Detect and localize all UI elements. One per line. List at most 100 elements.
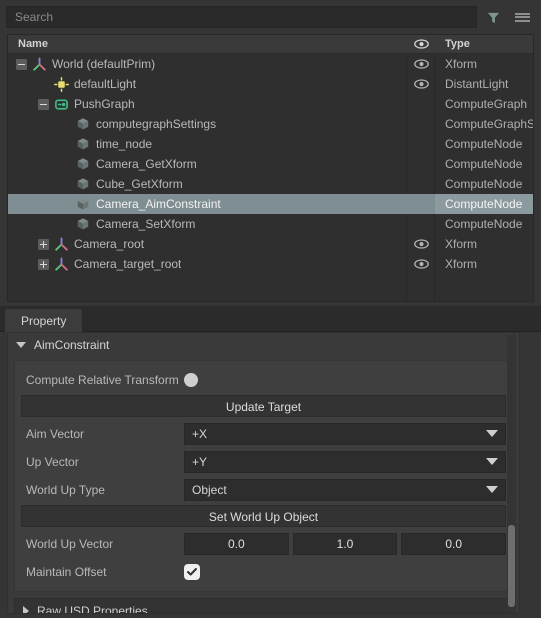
compute-node-icon <box>75 136 91 152</box>
tree-row-label: time_node <box>96 137 153 151</box>
aimconstraint-section-header[interactable]: AimConstraint <box>8 333 519 357</box>
world-up-vector-x-field[interactable]: 0.0 <box>184 532 289 555</box>
tree-row[interactable]: Camera_root Xform <box>8 234 533 254</box>
tree-row-name: defaultLight <box>8 76 407 92</box>
tree-row-label: Camera_root <box>74 237 145 251</box>
world-up-type-select[interactable]: Object <box>184 478 506 501</box>
tree-row-label: Cube_GetXform <box>96 177 183 191</box>
tree-row-name: World (defaultPrim) <box>8 56 407 72</box>
up-vector-select[interactable]: +Y <box>184 450 506 473</box>
world-up-type-label: World Up Type <box>26 482 105 497</box>
visibility-eye-icon[interactable] <box>407 239 435 249</box>
compute-node-icon <box>75 216 91 232</box>
tree-row-type: Xform <box>445 237 478 251</box>
tree-row[interactable]: World (defaultPrim) Xform <box>8 54 533 74</box>
column-header-eye-icon[interactable] <box>407 39 435 49</box>
raw-usd-properties-header[interactable]: Raw USD Properties <box>14 598 513 614</box>
aim-vector-row: Aim Vector +X <box>21 421 506 446</box>
tree-header-row: Name Type <box>8 35 533 54</box>
tree-row-name: Camera_root <box>8 236 407 252</box>
column-header-type[interactable]: Type <box>435 38 533 50</box>
tree-row-type: ComputeGraph <box>445 97 528 111</box>
tree-row-type: ComputeNode <box>445 177 523 191</box>
tree-row[interactable]: Cube_GetXform ComputeNode <box>8 174 533 194</box>
property-scrollbar-track[interactable] <box>507 335 516 613</box>
tree-row-type: ComputeNode <box>445 157 523 171</box>
tree-row-label: Camera_target_root <box>74 257 182 271</box>
chevron-down-icon <box>486 430 498 437</box>
chevron-down-icon <box>486 458 498 465</box>
tab-property[interactable]: Property <box>5 309 83 332</box>
property-panel: AimConstraint Compute Relative Transform… <box>7 332 520 614</box>
tree-row-label: PushGraph <box>74 97 135 111</box>
tree-expander-toggle[interactable] <box>16 58 27 70</box>
tree-row[interactable]: PushGraph ComputeGraph <box>8 94 533 114</box>
tree-row[interactable]: Camera_SetXform ComputeNode <box>8 214 533 234</box>
property-scrollbar-thumb[interactable] <box>508 525 515 607</box>
tree-row-label: Camera_GetXform <box>96 157 197 171</box>
tree-row-name: Cube_GetXform <box>8 176 407 192</box>
chevron-down-icon <box>16 342 26 348</box>
world-up-vector-label: World Up Vector <box>26 536 114 551</box>
aimconstraint-section-body: Compute Relative Transform Update Target… <box>14 360 513 592</box>
property-tabstrip: Property <box>0 306 541 332</box>
xform-axis-icon <box>53 236 69 252</box>
compute-node-icon <box>75 116 91 132</box>
stage-tree-panel: Name Type World (defaultPrim) Xform defaul… <box>7 34 534 302</box>
tree-expander-toggle[interactable] <box>38 98 49 110</box>
world-up-type-value: Object <box>192 482 227 497</box>
column-header-name[interactable]: Name <box>8 38 407 50</box>
tree-row[interactable]: Camera_AimConstraint ComputeNode <box>8 194 533 214</box>
update-target-button[interactable]: Update Target <box>21 395 506 417</box>
tree-row-label: World (defaultPrim) <box>52 57 156 71</box>
tree-row-name: Camera_AimConstraint <box>8 196 407 212</box>
tree-expander-toggle[interactable] <box>38 258 49 270</box>
aim-vector-label: Aim Vector <box>26 426 85 441</box>
world-up-vector-row: World Up Vector 0.0 1.0 0.0 <box>21 531 507 556</box>
tree-row-name: time_node <box>8 136 407 152</box>
tree-row-name: Camera_GetXform <box>8 156 407 172</box>
up-vector-value: +Y <box>192 454 208 469</box>
up-vector-label: Up Vector <box>26 454 79 469</box>
filter-funnel-icon[interactable] <box>480 4 506 30</box>
world-up-type-row: World Up Type Object <box>21 477 506 502</box>
tree-row-label: defaultLight <box>74 77 137 91</box>
maintain-offset-label: Maintain Offset <box>26 564 107 579</box>
up-vector-row: Up Vector +Y <box>21 449 506 474</box>
tree-row-type: Xform <box>445 57 478 71</box>
aim-vector-select[interactable]: +X <box>184 422 506 445</box>
tree-rows-container: World (defaultPrim) Xform defaultLight Dist… <box>8 54 533 301</box>
tree-row-name: computegraphSettings <box>8 116 407 132</box>
tree-row-type: ComputeGraphSe <box>445 117 533 131</box>
tree-row[interactable]: defaultLight DistantLight <box>8 74 533 94</box>
set-world-up-object-button[interactable]: Set World Up Object <box>21 505 506 527</box>
light-icon <box>53 76 69 92</box>
chevron-right-icon <box>23 605 29 613</box>
tree-row-name: Camera_SetXform <box>8 216 407 232</box>
tree-row-type: ComputeNode <box>445 217 523 231</box>
maintain-offset-checkbox[interactable] <box>184 563 200 580</box>
world-up-vector-y-field[interactable]: 1.0 <box>292 532 398 555</box>
hamburger-menu-icon[interactable] <box>509 4 535 30</box>
tree-row[interactable]: time_node ComputeNode <box>8 134 533 154</box>
raw-usd-properties-label: Raw USD Properties <box>37 603 148 614</box>
tree-row[interactable]: Camera_target_root Xform <box>8 254 533 274</box>
search-toolbar <box>0 0 541 34</box>
visibility-eye-icon[interactable] <box>407 79 435 89</box>
tree-row-type: DistantLight <box>445 77 509 91</box>
compute-graph-icon <box>53 96 69 112</box>
tree-row-name: Camera_target_root <box>8 256 407 272</box>
tree-row-type: ComputeNode <box>435 194 533 214</box>
world-up-vector-z-field[interactable]: 0.0 <box>401 532 507 555</box>
visibility-eye-icon[interactable] <box>407 59 435 69</box>
search-input[interactable] <box>6 6 477 28</box>
tree-expander-toggle[interactable] <box>38 238 49 250</box>
xform-axis-icon <box>53 256 69 272</box>
visibility-eye-icon[interactable] <box>407 259 435 269</box>
tree-row[interactable]: Camera_GetXform ComputeNode <box>8 154 533 174</box>
compute-relative-transform-toggle[interactable] <box>184 372 198 387</box>
maintain-offset-row: Maintain Offset <box>21 559 506 584</box>
tree-row[interactable]: computegraphSettings ComputeGraphSe <box>8 114 533 134</box>
chevron-down-icon <box>486 486 498 493</box>
tree-row-type: Xform <box>445 257 478 271</box>
